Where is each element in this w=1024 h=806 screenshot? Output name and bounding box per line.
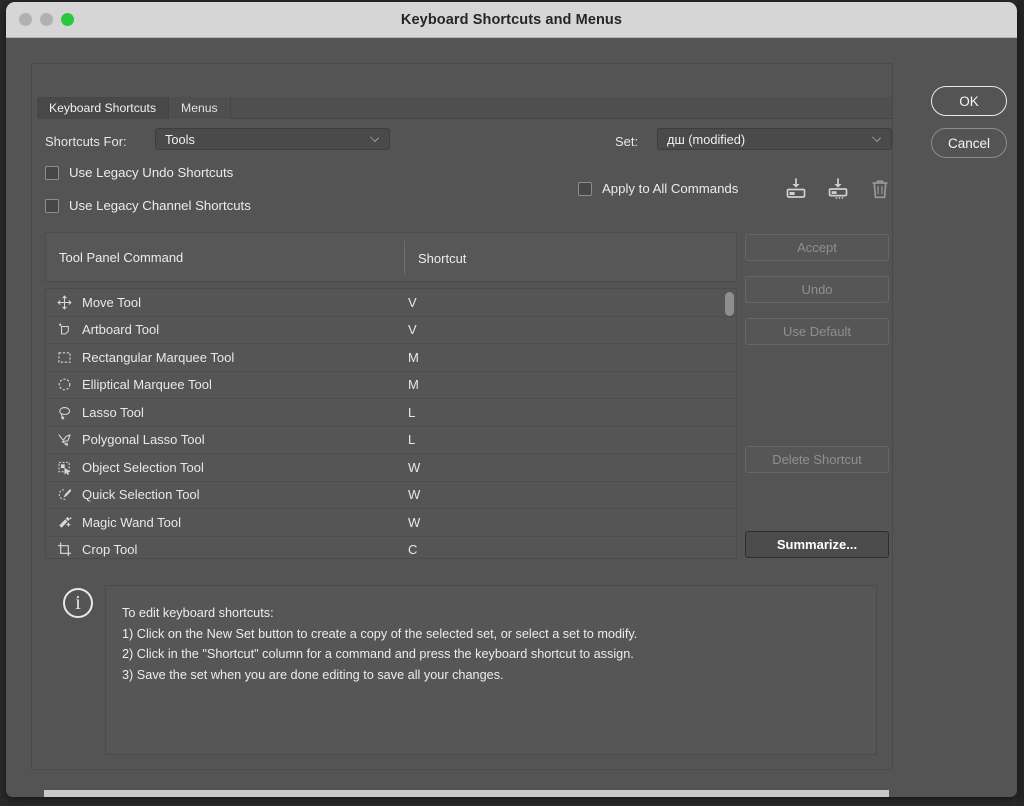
table-cell-shortcut[interactable]: W — [405, 460, 420, 475]
table-cell-shortcut[interactable]: L — [405, 432, 415, 447]
shortcuts-for-label: Shortcuts For: — [45, 134, 127, 149]
table-row[interactable]: Crop Tool C — [46, 536, 736, 558]
set-value: дш (modified) — [667, 131, 746, 147]
set-label: Set: — [615, 134, 639, 149]
column-header-command: Tool Panel Command — [59, 249, 184, 265]
main-panel: Keyboard Shortcuts Menus Shortcuts For: … — [31, 63, 893, 770]
apply-to-all-commands-label: Apply to All Commands — [602, 181, 739, 196]
info-line: To edit keyboard shortcuts: — [122, 606, 274, 620]
table-cell-shortcut[interactable]: V — [405, 322, 417, 337]
ok-button-label: OK — [959, 93, 979, 109]
table-cell-command: Artboard Tool — [82, 322, 160, 338]
table-row[interactable]: Lasso Tool L — [46, 399, 736, 427]
use-legacy-channel-shortcuts-label: Use Legacy Channel Shortcuts — [69, 198, 251, 213]
table-cell-command: Rectangular Marquee Tool — [82, 349, 235, 365]
list-scrollbar[interactable] — [725, 292, 734, 557]
crop-tool-icon — [53, 540, 75, 558]
magic-wand-tool-icon — [53, 513, 75, 532]
undo-button-label: Undo — [801, 282, 833, 297]
table-cell-command: Move Tool — [82, 294, 142, 310]
table-row[interactable]: Move Tool V — [46, 289, 736, 317]
info-line: 1) Click on the New Set button to create… — [122, 626, 638, 641]
undo-button[interactable]: Undo — [745, 276, 889, 303]
artboard-tool-icon — [53, 320, 75, 339]
table-cell-command: Lasso Tool — [82, 404, 144, 420]
table-row[interactable]: Rectangular Marquee Tool M — [46, 344, 736, 372]
window-bottom-strip — [44, 790, 889, 797]
save-set-icon[interactable] — [784, 177, 808, 201]
polygonal-lasso-tool-icon — [53, 430, 75, 449]
summarize-button-label: Summarize... — [776, 537, 858, 552]
table-row[interactable]: Polygonal Lasso Tool L — [46, 426, 736, 454]
table-row[interactable]: Quick Selection Tool W — [46, 481, 736, 509]
use-legacy-undo-shortcuts-checkbox[interactable] — [45, 165, 59, 180]
table-row[interactable]: Object Selection Tool W — [46, 454, 736, 482]
table-row[interactable]: Elliptical Marquee Tool M — [46, 371, 736, 399]
table-cell-shortcut[interactable]: M — [405, 350, 419, 365]
save-set-as-icon[interactable] — [826, 177, 850, 201]
info-icon: i — [63, 588, 93, 618]
use-default-button-label: Use Default — [783, 324, 851, 339]
table-cell-command: Polygonal Lasso Tool — [82, 432, 205, 448]
accept-button-label: Accept — [797, 240, 837, 255]
table-cell-command: Quick Selection Tool — [82, 487, 200, 503]
table-cell-shortcut[interactable]: W — [405, 487, 420, 502]
cancel-button[interactable]: Cancel — [931, 128, 1007, 158]
use-legacy-channel-shortcuts-checkbox[interactable] — [45, 198, 59, 213]
use-legacy-undo-shortcuts-label: Use Legacy Undo Shortcuts — [69, 165, 234, 180]
table-cell-shortcut[interactable]: L — [405, 405, 415, 420]
cancel-button-label: Cancel — [947, 135, 991, 151]
table-cell-command: Object Selection Tool — [82, 459, 204, 475]
tab-menus-label: Menus — [181, 101, 218, 115]
info-box: To edit keyboard shortcuts: 1) Click on … — [105, 585, 877, 755]
tab-strip: Keyboard Shortcuts Menus — [37, 97, 892, 119]
tab-menus[interactable]: Menus — [169, 97, 231, 119]
apply-to-all-commands-checkbox[interactable] — [578, 181, 592, 196]
move-tool-icon — [53, 293, 75, 312]
set-actions — [784, 177, 892, 201]
accept-button[interactable]: Accept — [745, 234, 889, 261]
apply-to-all-commands-row[interactable]: Apply to All Commands — [578, 181, 738, 196]
shortcuts-list[interactable]: Move Tool V Artboard Tool V Rectangular Ma… — [45, 288, 737, 559]
use-legacy-undo-shortcuts-row[interactable]: Use Legacy Undo Shortcuts — [45, 165, 233, 180]
column-header-shortcut: Shortcut — [404, 241, 736, 275]
object-selection-tool-icon — [53, 458, 75, 477]
chevron-down-icon — [872, 133, 881, 142]
use-legacy-channel-shortcuts-row[interactable]: Use Legacy Channel Shortcuts — [45, 198, 251, 213]
info-line: 3) Save the set when you are done editin… — [122, 667, 504, 682]
lasso-tool-icon — [53, 403, 75, 422]
summarize-button[interactable]: Summarize... — [745, 531, 889, 558]
shortcuts-for-select[interactable]: Tools — [155, 128, 390, 150]
keyboard-shortcuts-dialog: Keyboard Shortcuts and Menus Keyboard Sh… — [6, 2, 1017, 797]
table-cell-shortcut[interactable]: C — [405, 542, 417, 557]
delete-shortcut-button[interactable]: Delete Shortcut — [745, 446, 889, 473]
delete-set-icon[interactable] — [868, 177, 892, 201]
table-row[interactable]: Artboard Tool V — [46, 316, 736, 344]
desktop-background-strip — [1017, 0, 1024, 806]
info-line: 2) Click in the "Shortcut" column for a … — [122, 647, 634, 661]
table-cell-command: Magic Wand Tool — [82, 514, 181, 530]
title-bar: Keyboard Shortcuts and Menus — [6, 2, 1017, 38]
elliptical-marquee-tool-icon — [53, 375, 75, 394]
use-default-button[interactable]: Use Default — [745, 318, 889, 345]
list-scrollbar-thumb[interactable] — [725, 292, 734, 316]
set-select[interactable]: дш (modified) — [657, 128, 892, 150]
quick-selection-tool-icon — [53, 485, 75, 504]
chevron-down-icon — [370, 133, 379, 142]
table-header: Tool Panel Command Shortcut — [45, 232, 737, 282]
table-cell-command: Elliptical Marquee Tool — [82, 377, 212, 393]
shortcuts-for-value: Tools — [165, 131, 195, 147]
table-cell-command: Crop Tool — [82, 542, 138, 558]
table-row[interactable]: Magic Wand Tool W — [46, 509, 736, 537]
tab-keyboard-shortcuts-label: Keyboard Shortcuts — [49, 101, 157, 115]
tab-keyboard-shortcuts[interactable]: Keyboard Shortcuts — [37, 97, 170, 119]
ok-button[interactable]: OK — [931, 86, 1007, 116]
table-cell-shortcut[interactable]: M — [405, 377, 419, 392]
rectangular-marquee-tool-icon — [53, 348, 75, 367]
dialog-body: Keyboard Shortcuts Menus Shortcuts For: … — [6, 38, 1017, 797]
window-title: Keyboard Shortcuts and Menus — [400, 11, 623, 28]
table-cell-shortcut[interactable]: V — [405, 295, 417, 310]
table-cell-shortcut[interactable]: W — [405, 515, 420, 530]
delete-shortcut-button-label: Delete Shortcut — [772, 452, 862, 467]
